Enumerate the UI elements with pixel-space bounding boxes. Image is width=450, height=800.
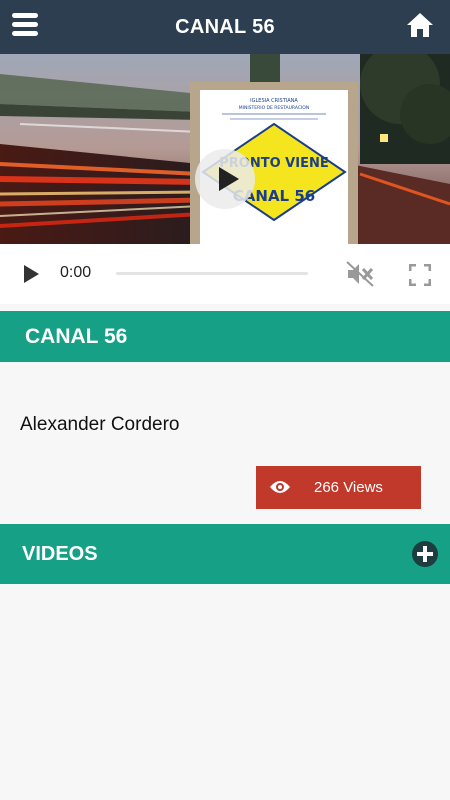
muted-speaker-icon[interactable] bbox=[346, 261, 374, 287]
play-icon[interactable] bbox=[24, 265, 40, 283]
fullscreen-icon[interactable] bbox=[408, 263, 432, 287]
sign-line-1: IGLESIA CRISTIANA bbox=[250, 98, 298, 104]
views-button[interactable]: 266 Views bbox=[256, 466, 421, 509]
video-player[interactable]: IGLESIA CRISTIANA MINISTERIO DE RESTAURA… bbox=[0, 54, 450, 244]
plus-circle-icon[interactable] bbox=[412, 541, 438, 567]
app-title: CANAL 56 bbox=[175, 15, 275, 38]
seek-bar[interactable] bbox=[116, 272, 308, 275]
videos-section-header[interactable]: VIDEOS bbox=[0, 524, 450, 584]
videos-list-area bbox=[0, 584, 450, 800]
eye-icon bbox=[270, 481, 290, 493]
video-play-overlay-button[interactable] bbox=[195, 149, 255, 209]
hamburger-menu-icon[interactable] bbox=[12, 13, 39, 39]
channel-title: CANAL 56 bbox=[25, 324, 128, 348]
home-icon[interactable] bbox=[406, 11, 434, 39]
video-info-card: Alexander Cordero 266 Views bbox=[0, 362, 450, 524]
video-controls: 0:00 bbox=[0, 244, 450, 304]
sign-line-2: MINISTERIO DE RESTAURACION bbox=[239, 105, 309, 111]
videos-section-title: VIDEOS bbox=[22, 542, 98, 565]
views-count: 266 Views bbox=[314, 479, 383, 496]
top-app-bar: CANAL 56 bbox=[0, 0, 450, 54]
author-name: Alexander Cordero bbox=[20, 414, 180, 435]
app-screen: CANAL 56 IGLESIA CRISTIANA MINISTERIO DE… bbox=[0, 0, 450, 800]
current-time: 0:00 bbox=[60, 264, 92, 281]
channel-title-bar: CANAL 56 bbox=[0, 311, 450, 362]
